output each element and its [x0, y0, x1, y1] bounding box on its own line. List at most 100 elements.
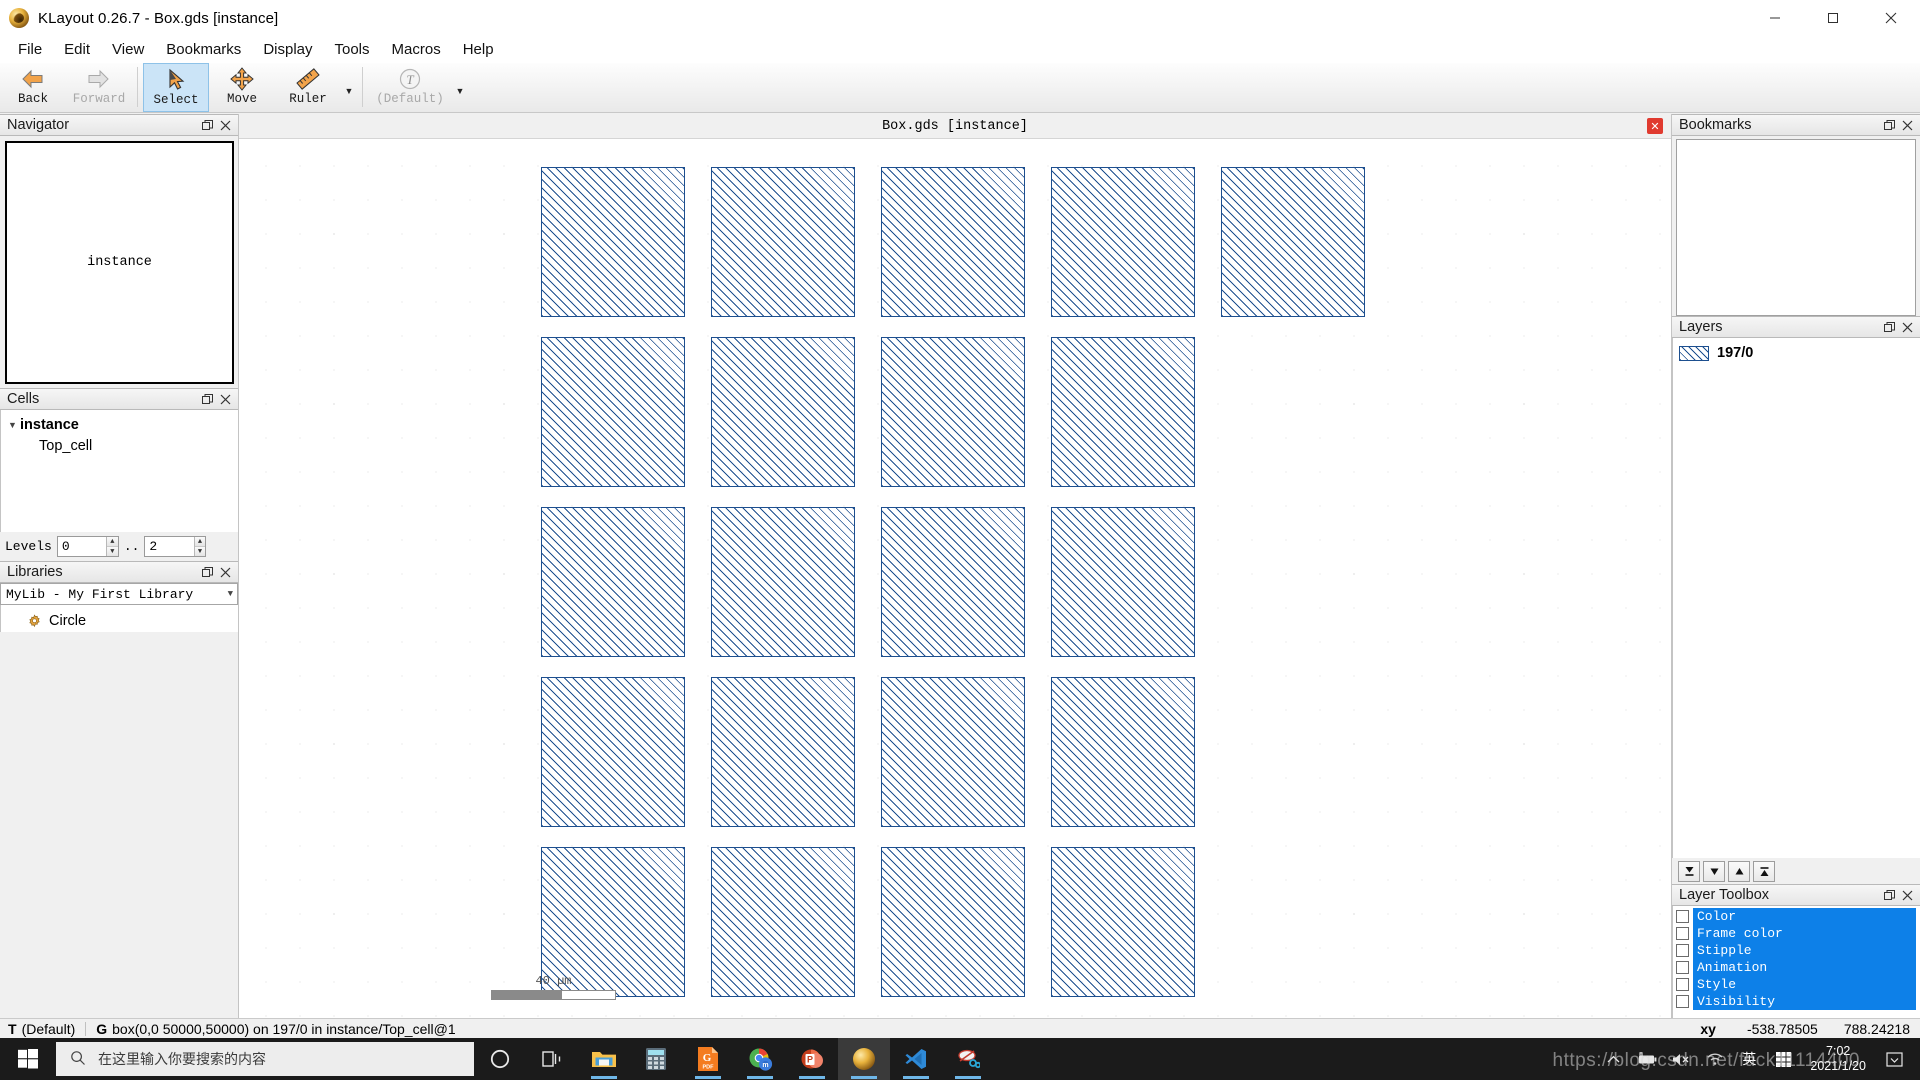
layer-toolbox-list[interactable]: Color Frame color Stipple Animation Styl…	[1672, 906, 1920, 1018]
move-button[interactable]: Move	[209, 63, 275, 112]
close-icon[interactable]	[1898, 886, 1916, 904]
close-tab-icon[interactable]: ✕	[1647, 118, 1663, 134]
cortana-circle-icon[interactable]	[474, 1038, 526, 1080]
klayout-icon[interactable]	[838, 1038, 890, 1080]
select-button[interactable]: Select	[143, 63, 209, 112]
layout-canvas[interactable]: 40 µm	[239, 139, 1671, 1018]
hatch-blue-swatch[interactable]	[1679, 346, 1709, 361]
checkbox[interactable]	[1676, 910, 1689, 923]
chevron-down-icon[interactable]: ▼	[228, 589, 233, 599]
maximize-icon[interactable]	[1804, 0, 1862, 36]
stepper-down-icon[interactable]: ▼	[195, 547, 206, 556]
layout-box-shape[interactable]	[1051, 677, 1195, 827]
layout-box-shape[interactable]	[1051, 167, 1195, 317]
close-icon[interactable]	[1862, 0, 1920, 36]
pdf-reader-icon[interactable]: G PDF	[682, 1038, 734, 1080]
levels-max-stepper[interactable]: ▲ ▼	[144, 536, 206, 557]
close-icon[interactable]	[1898, 318, 1916, 336]
navigator-view[interactable]: instance	[5, 141, 234, 384]
menu-help[interactable]: Help	[452, 38, 505, 61]
powerpoint-icon[interactable]: P	[786, 1038, 838, 1080]
move-to-top-icon[interactable]	[1753, 861, 1775, 882]
taskbar-clock[interactable]: 7:02 2021/1/20	[1800, 1044, 1876, 1074]
menu-macros[interactable]: Macros	[381, 38, 452, 61]
checkbox[interactable]	[1676, 961, 1689, 974]
toolbox-item-style[interactable]: Style	[1673, 976, 1920, 993]
chevron-down-icon[interactable]: ▼	[341, 63, 357, 112]
layout-box-shape[interactable]	[1051, 847, 1195, 997]
minimize-icon[interactable]	[1746, 0, 1804, 36]
float-window-icon[interactable]	[1880, 318, 1898, 336]
stepper-up-icon[interactable]: ▲	[195, 537, 206, 547]
speaker-muted-icon[interactable]	[1664, 1038, 1698, 1080]
menu-edit[interactable]: Edit	[53, 38, 101, 61]
layout-box-shape[interactable]	[711, 847, 855, 997]
layout-box-shape[interactable]	[711, 507, 855, 657]
layout-box-shape[interactable]	[881, 337, 1025, 487]
checkbox[interactable]	[1676, 944, 1689, 957]
stepper-down-icon[interactable]: ▼	[107, 547, 118, 556]
battery-charging-icon[interactable]	[1630, 1038, 1664, 1080]
menu-bookmarks[interactable]: Bookmarks	[155, 38, 252, 61]
task-view-icon[interactable]	[526, 1038, 578, 1080]
library-item-circle[interactable]: Circle	[1, 610, 238, 632]
move-down-icon[interactable]	[1703, 861, 1725, 882]
levels-max-input[interactable]	[145, 537, 193, 556]
levels-min-input[interactable]	[58, 537, 106, 556]
move-to-bottom-icon[interactable]	[1678, 861, 1700, 882]
move-up-icon[interactable]	[1728, 861, 1750, 882]
library-select[interactable]: MyLib - My First Library ▼	[0, 583, 238, 605]
ime-chinese-icon[interactable]: 英	[1732, 1038, 1766, 1080]
checkbox[interactable]	[1676, 995, 1689, 1008]
menu-view[interactable]: View	[101, 38, 155, 61]
layout-box-shape[interactable]	[881, 507, 1025, 657]
toolbox-item-visibility[interactable]: Visibility	[1673, 993, 1920, 1010]
layout-box-shape[interactable]	[1051, 337, 1195, 487]
chrome-icon[interactable]: m	[734, 1038, 786, 1080]
libraries-tree[interactable]: Circle	[0, 605, 238, 632]
forward-button[interactable]: Forward	[66, 63, 132, 112]
windows-start-icon[interactable]	[0, 1038, 56, 1080]
vscode-icon[interactable]	[890, 1038, 942, 1080]
layout-box-shape[interactable]	[541, 167, 685, 317]
close-icon[interactable]	[216, 116, 234, 134]
layout-box-shape[interactable]	[541, 337, 685, 487]
layout-box-shape[interactable]	[711, 677, 855, 827]
layout-box-shape[interactable]	[1051, 507, 1195, 657]
layout-box-shape[interactable]	[881, 847, 1025, 997]
file-explorer-icon[interactable]	[578, 1038, 630, 1080]
menu-tools[interactable]: Tools	[324, 38, 381, 61]
close-icon[interactable]	[216, 390, 234, 408]
stepper-up-icon[interactable]: ▲	[107, 537, 118, 547]
toolbox-item-animation[interactable]: Animation	[1673, 959, 1920, 976]
cells-tree[interactable]: ▼ instance Top_cell	[0, 410, 238, 532]
toolbox-item-frame-color[interactable]: Frame color	[1673, 925, 1920, 942]
ruler-button[interactable]: Ruler	[275, 63, 341, 112]
layer-row[interactable]: 197/0	[1673, 342, 1920, 364]
tab-box-gds[interactable]: Box.gds [instance]	[882, 119, 1028, 134]
checkbox[interactable]	[1676, 927, 1689, 940]
cells-tree-item-topcell[interactable]: Top_cell	[5, 435, 238, 456]
levels-min-stepper[interactable]: ▲ ▼	[57, 536, 119, 557]
chevron-down-icon-2[interactable]: ▼	[452, 63, 468, 112]
close-icon[interactable]	[1898, 116, 1916, 134]
search-input[interactable]: 在这里输入你要搜索的内容	[56, 1042, 474, 1076]
layout-box-shape[interactable]	[711, 167, 855, 317]
float-window-icon[interactable]	[1880, 886, 1898, 904]
menu-file[interactable]: File	[7, 38, 53, 61]
back-button[interactable]: Back	[0, 63, 66, 112]
toolbox-item-stipple[interactable]: Stipple	[1673, 942, 1920, 959]
cells-tree-item-instance[interactable]: ▼ instance	[5, 414, 238, 435]
checkbox[interactable]	[1676, 978, 1689, 991]
layout-box-shape[interactable]	[541, 507, 685, 657]
ime-keyboard-icon[interactable]	[1766, 1038, 1800, 1080]
menu-display[interactable]: Display	[252, 38, 323, 61]
float-window-icon[interactable]	[198, 390, 216, 408]
wifi-icon[interactable]	[1698, 1038, 1732, 1080]
close-icon[interactable]	[216, 563, 234, 581]
layout-box-shape[interactable]	[881, 677, 1025, 827]
snipping-tool-icon[interactable]	[942, 1038, 994, 1080]
toolbox-item-color[interactable]: Color	[1673, 908, 1920, 925]
bookmarks-list[interactable]	[1676, 139, 1916, 316]
stepper-arrows[interactable]: ▲ ▼	[194, 537, 206, 556]
